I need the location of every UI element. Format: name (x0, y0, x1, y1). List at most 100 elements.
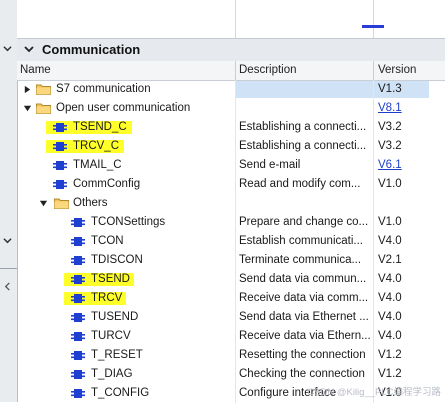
column-separator (373, 365, 374, 384)
function-block-icon (71, 294, 85, 303)
section-title: Communication (42, 42, 141, 57)
tree-row[interactable]: S7 communication V1.3 (17, 80, 445, 99)
version-cell: V1.3 (378, 83, 402, 95)
tree-item-label: TURCV (91, 330, 131, 342)
tree-row[interactable]: TMAIL_C Send e-mail V6.1 (17, 156, 445, 175)
tree-row[interactable]: TURCV Receive data via Ethern... V4.0 (17, 327, 445, 346)
column-separator (235, 118, 236, 137)
tree-item-label: T_CONFIG (91, 387, 150, 399)
column-separator (235, 175, 236, 194)
chevron-down-icon[interactable] (3, 44, 12, 53)
function-block-icon (71, 218, 85, 227)
description-cell: Establishing a connecti... (239, 121, 367, 133)
column-separator (373, 194, 374, 213)
folder-icon (36, 84, 51, 95)
column-separator (373, 175, 374, 194)
function-block-icon (71, 332, 85, 341)
tree-row[interactable]: CommConfig Read and modify com... V1.0 (17, 175, 445, 194)
chevron-left-icon[interactable] (3, 282, 12, 291)
chevron-down-icon[interactable] (3, 236, 12, 245)
description-cell: Checking the connection (239, 368, 365, 380)
tree-item-label: TSEND (91, 273, 130, 285)
top-area (17, 0, 445, 38)
tree-row[interactable]: TDISCON Terminate communica... V2.1 (17, 251, 445, 270)
column-separator (235, 365, 236, 384)
function-block-icon (71, 313, 85, 322)
triangle-down-icon[interactable] (39, 199, 48, 208)
version-cell: V1.0 (378, 216, 402, 228)
column-separator (235, 270, 236, 289)
tree-item-label: TDISCON (91, 254, 143, 266)
triangle-down-icon[interactable] (23, 104, 32, 113)
column-separator (373, 99, 374, 118)
description-cell: Send data via commun... (239, 273, 367, 285)
column-separator (235, 99, 236, 118)
description-cell: Send e-mail (239, 159, 301, 171)
column-separator (235, 327, 236, 346)
description-cell (239, 99, 373, 118)
tree-item-label: TCONSettings (91, 216, 166, 228)
tree-row[interactable]: T_DIAG Checking the connection V1.2 (17, 365, 445, 384)
tree-item-label: T_DIAG (91, 368, 133, 380)
version-cell[interactable]: V8.1 (378, 99, 438, 118)
column-header: Name Description Version (17, 61, 445, 81)
column-separator (235, 346, 236, 365)
description-cell (239, 194, 373, 213)
version-cell: V2.1 (378, 254, 402, 266)
version-cell: V4.0 (378, 311, 402, 323)
folder-icon (54, 198, 69, 209)
tree-item-label: T_RESET (91, 349, 143, 361)
column-separator (373, 289, 374, 308)
version-cell: V4.0 (378, 330, 402, 342)
version-cell: V1.2 (378, 349, 402, 361)
column-separator (235, 213, 236, 232)
column-description-header[interactable]: Description (239, 64, 297, 76)
folder-icon (36, 103, 51, 114)
column-name-header[interactable]: Name (20, 64, 51, 76)
tree-item-label: TRCV_C (73, 140, 120, 152)
link-fragment (362, 25, 384, 28)
description-cell: Resetting the connection (239, 349, 366, 361)
function-block-icon (53, 180, 67, 189)
version-cell: V4.0 (378, 273, 402, 285)
tree-row[interactable]: T_RESET Resetting the connection V1.2 (17, 346, 445, 365)
column-version-header[interactable]: Version (378, 64, 416, 76)
triangle-right-icon[interactable] (23, 85, 32, 94)
version-cell: V1.2 (378, 368, 402, 380)
tree-row[interactable]: TRCV Receive data via comm... V4.0 (17, 289, 445, 308)
function-block-icon (71, 351, 85, 360)
column-separator (235, 232, 236, 251)
tree-row[interactable]: Open user communication V8.1 (17, 99, 445, 118)
function-block-icon (71, 389, 85, 398)
tree-row[interactable]: TUSEND Send data via Ethernet ... V4.0 (17, 308, 445, 327)
description-cell: Receive data via comm... (239, 292, 369, 304)
description-cell: Send data via Ethernet ... (239, 311, 369, 323)
version-cell: V4.0 (378, 235, 402, 247)
tree-row[interactable]: TCONSettings Prepare and change co... V1.0 (17, 213, 445, 232)
column-separator (235, 194, 236, 213)
tree-row[interactable]: TSEND Send data via commun... V4.0 (17, 270, 445, 289)
tree-item-label: S7 communication (56, 83, 151, 95)
tree-item-label: Open user communication (56, 102, 191, 114)
column-separator (373, 232, 374, 251)
version-cell: V3.2 (378, 140, 402, 152)
column-separator (373, 213, 374, 232)
function-block-icon (53, 123, 67, 132)
tree-row[interactable]: TSEND_C Establishing a connecti... V3.2 (17, 118, 445, 137)
section-header-communication[interactable]: Communication (17, 38, 445, 62)
chevron-down-icon[interactable] (23, 43, 35, 55)
tree-item-label: TMAIL_C (73, 159, 122, 171)
description-cell: Terminate communica... (239, 254, 362, 266)
tree-row[interactable]: Others (17, 194, 445, 213)
tree-row[interactable]: TCON Establish communicati... V4.0 (17, 232, 445, 251)
description-cell: Receive data via Ethern... (239, 330, 371, 342)
tree-row[interactable]: TRCV_C Establishing a connecti... V3.2 (17, 137, 445, 156)
description-cell: Prepare and change co... (239, 216, 369, 228)
description-cell (239, 80, 373, 99)
tree-item-label: Others (73, 197, 108, 209)
version-cell[interactable]: V6.1 (378, 156, 438, 175)
function-block-icon (53, 161, 67, 170)
version-cell: V3.2 (378, 121, 402, 133)
watermark: CSDN @Kilig__PLC编程学习路 (307, 387, 441, 398)
version-cell (378, 194, 438, 213)
